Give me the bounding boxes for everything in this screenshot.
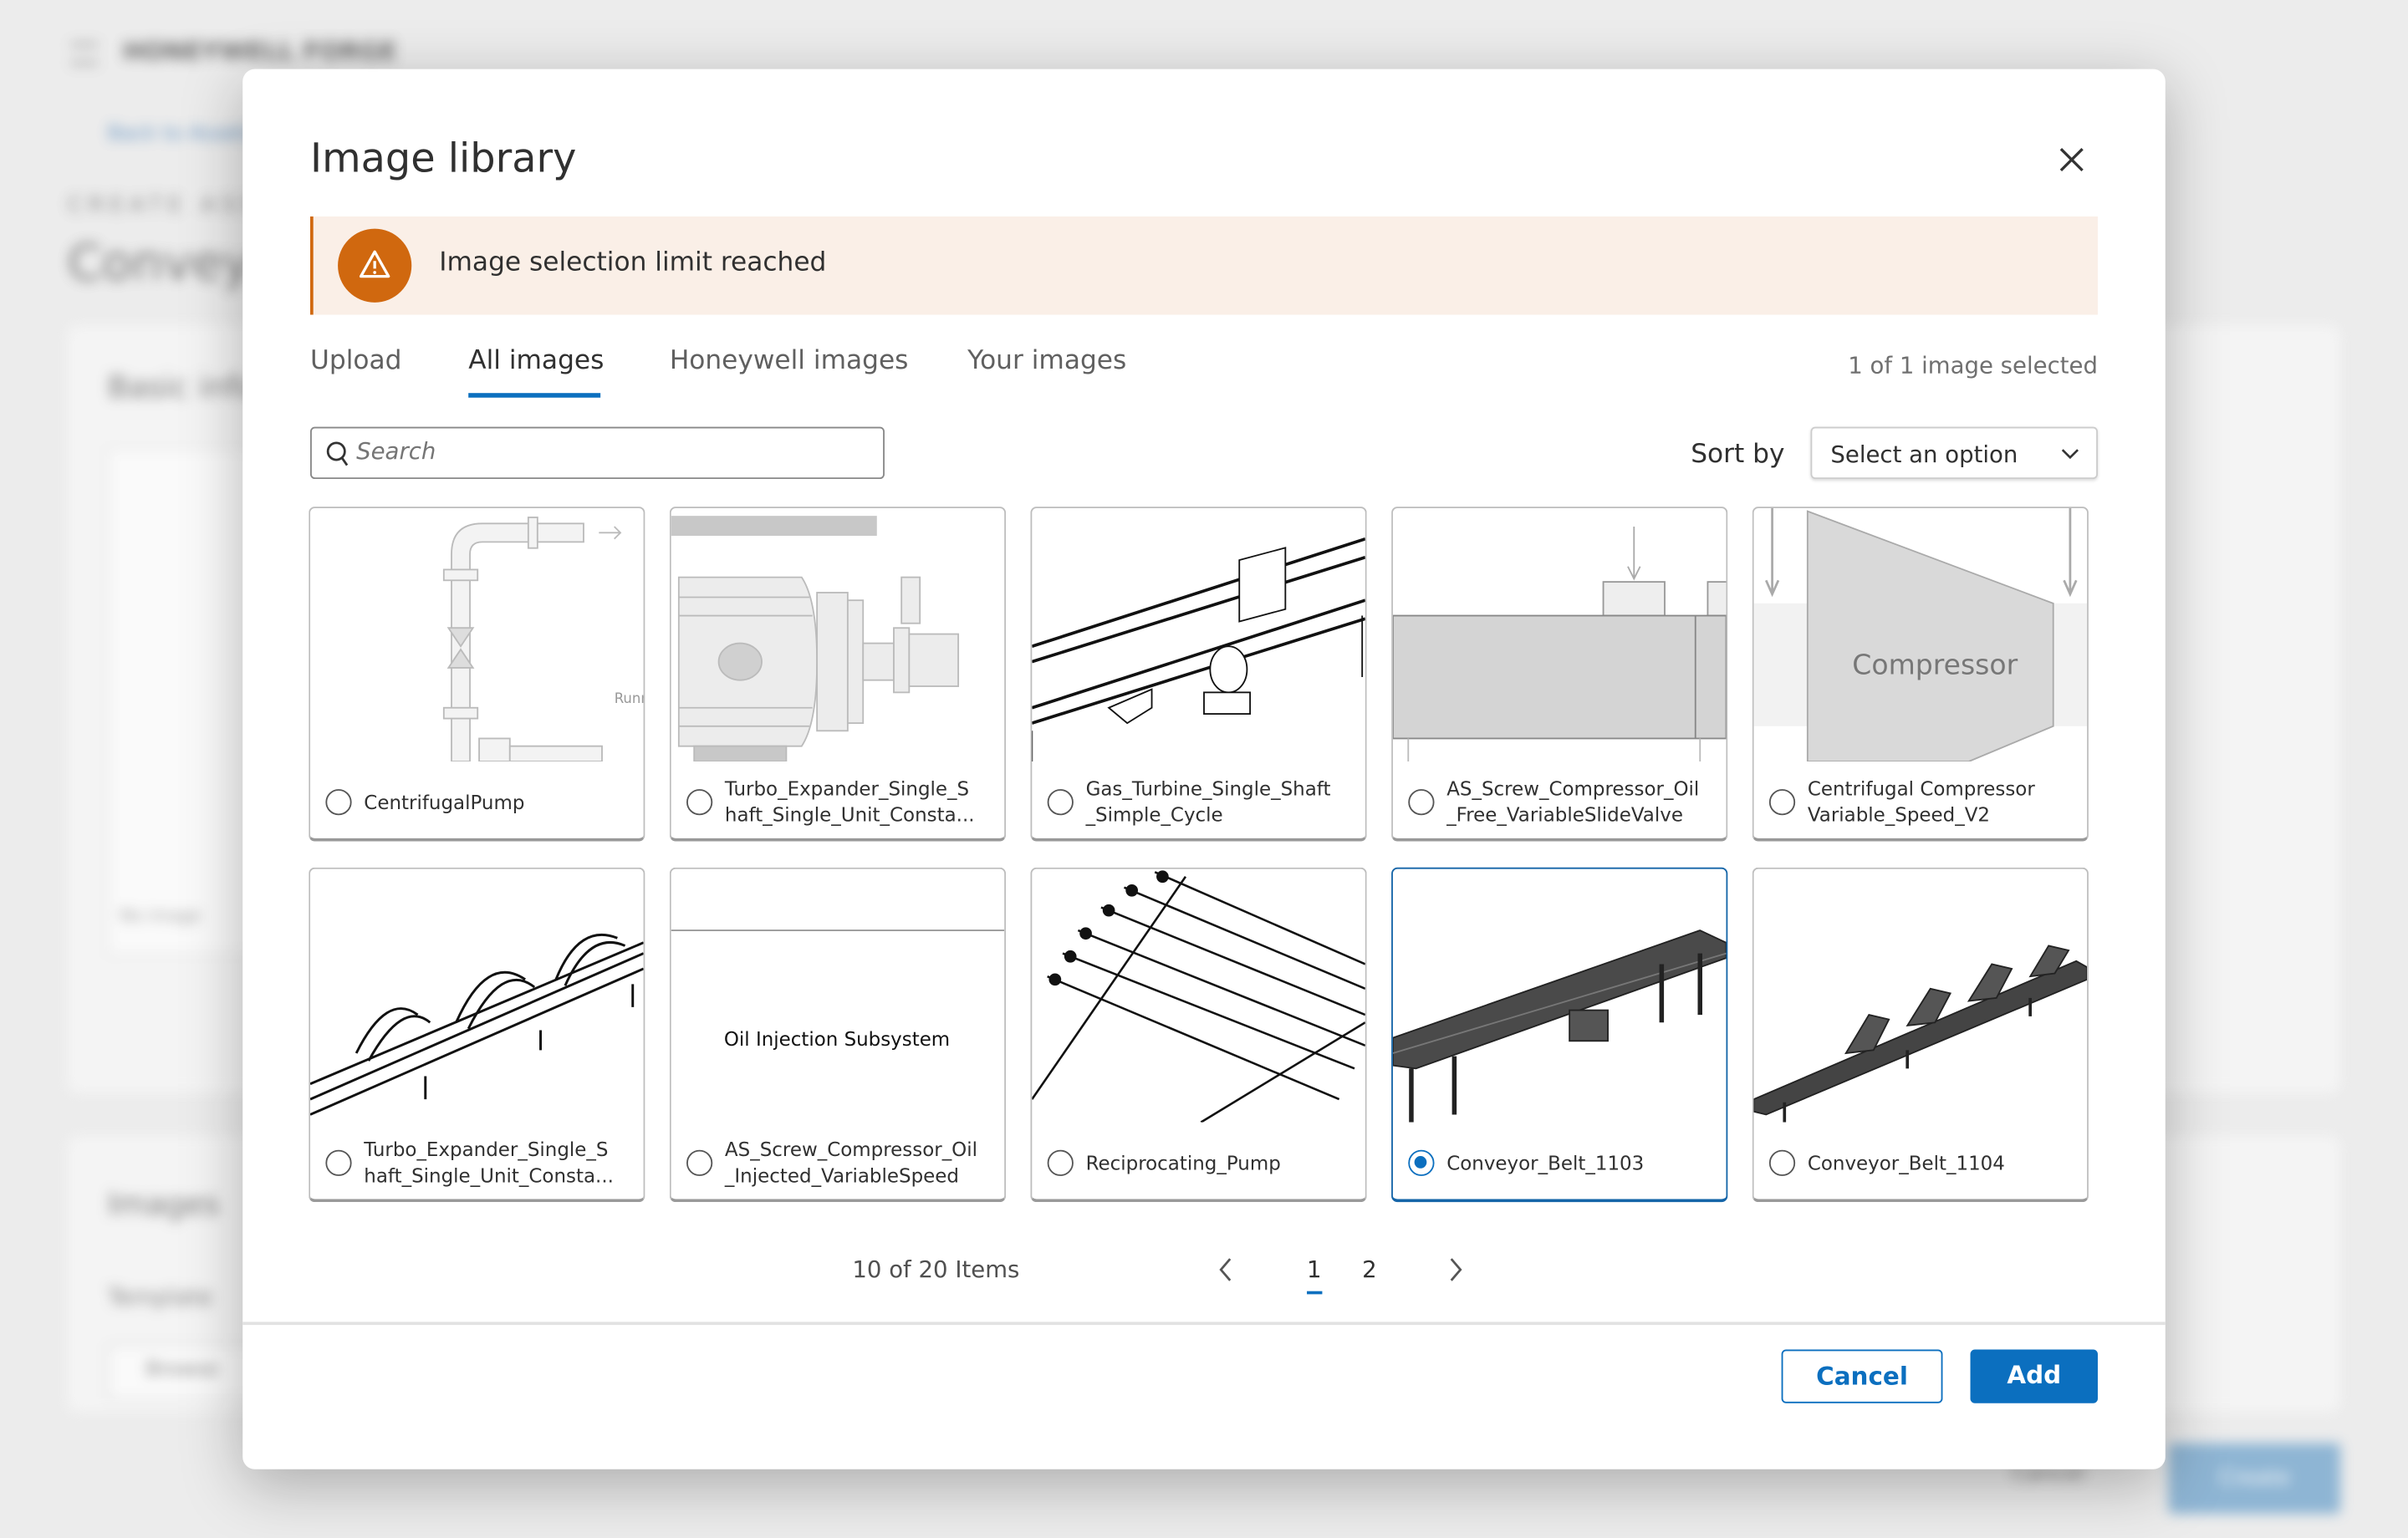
image-card[interactable]: Runn CentrifugalPump xyxy=(309,507,645,842)
image-name: CentrifugalPump xyxy=(364,790,525,814)
pagination-summary: 10 of 20 Items xyxy=(852,1255,1020,1284)
image-name: Conveyor_Belt_1103 xyxy=(1446,1151,1645,1175)
active-tab-indicator xyxy=(468,393,601,398)
sort-select[interactable]: Select an option xyxy=(1810,426,2098,480)
menu-icon xyxy=(70,43,99,65)
tab-your-images[interactable]: Your images xyxy=(967,345,1126,376)
image-name: Centrifugal Compressor Variable_Speed_V2 xyxy=(1807,777,2035,827)
image-card[interactable]: Gas_Turbine_Single_Shaft _Simple_Cycle xyxy=(1030,507,1367,842)
basic-info-title: Basic info xyxy=(107,368,257,405)
add-button[interactable]: Add xyxy=(1970,1349,2098,1403)
gas-turbine-thumbnail xyxy=(1032,537,1365,762)
image-name: AS_Screw_Compressor_Oil _Free_VariableSl… xyxy=(1446,777,1700,827)
search-input[interactable] xyxy=(356,437,864,466)
radio-button-checked[interactable] xyxy=(1408,1149,1435,1176)
svg-text:Oil Injection Subsystem: Oil Injection Subsystem xyxy=(724,1029,950,1051)
image-card[interactable]: Turbo_Expander_Single_S haft_Single_Unit… xyxy=(309,867,645,1203)
compressor-thumbnail: Compressor xyxy=(1753,507,2088,762)
image-name: AS_Screw_Compressor_Oil _Injected_Variab… xyxy=(724,1138,978,1187)
image-name: Turbo_Expander_Single_S haft_Single_Unit… xyxy=(364,1138,614,1187)
radio-button[interactable] xyxy=(325,789,352,816)
chevron-down-icon xyxy=(2061,449,2079,460)
chevron-left-icon[interactable] xyxy=(1217,1255,1235,1283)
template-label: Template xyxy=(107,1283,213,1311)
sort-select-value: Select an option xyxy=(1830,441,2018,469)
svg-text:Compressor: Compressor xyxy=(1852,648,2018,680)
selection-limit-alert: Image selection limit reached xyxy=(310,216,2098,315)
image-card[interactable]: Compressor Centrifugal Compressor Variab… xyxy=(1752,507,2089,842)
image-card[interactable]: Oil Injection Subsystem AS_Screw_Compres… xyxy=(669,867,1007,1203)
image-card[interactable]: AS_Screw_Compressor_Oil _Free_VariableSl… xyxy=(1391,507,1728,842)
alert-message: Image selection limit reached xyxy=(439,247,827,278)
page-1[interactable]: 1 xyxy=(1307,1255,1322,1283)
image-library-dialog: Image library Image selection limit reac… xyxy=(242,69,2166,1469)
chevron-right-icon[interactable] xyxy=(1446,1255,1465,1283)
image-card[interactable]: Reciprocating_Pump xyxy=(1030,867,1367,1203)
radio-button[interactable] xyxy=(325,1149,352,1176)
radio-button[interactable] xyxy=(686,789,713,816)
radio-button[interactable] xyxy=(1768,1149,1796,1176)
sort-by-label: Sort by xyxy=(1691,439,1785,471)
close-icon[interactable] xyxy=(2055,143,2089,176)
image-name: Reciprocating_Pump xyxy=(1085,1151,1281,1175)
current-page-indicator xyxy=(1307,1291,1323,1295)
radio-button[interactable] xyxy=(1047,789,1074,816)
cancel-button[interactable]: Cancel xyxy=(1781,1349,1943,1403)
brand-logo: HONEYWELL FORGE xyxy=(122,37,397,66)
centrifugal-pump-thumbnail: Runn xyxy=(442,517,644,762)
tab-upload[interactable]: Upload xyxy=(310,345,401,376)
radio-button[interactable] xyxy=(686,1149,713,1176)
search-field[interactable] xyxy=(310,426,885,480)
image-card[interactable]: Conveyor_Belt_1104 xyxy=(1752,867,2089,1203)
selection-count: 1 of 1 image selected xyxy=(1848,351,2098,379)
image-name: Turbo_Expander_Single_S haft_Single_Unit… xyxy=(724,777,975,827)
search-icon xyxy=(326,441,349,466)
image-name: Gas_Turbine_Single_Shaft _Simple_Cycle xyxy=(1085,777,1331,827)
back-link: Back to Assets xyxy=(107,122,254,146)
page-2[interactable]: 2 xyxy=(1362,1255,1377,1283)
bg-create-button: Create xyxy=(2168,1443,2341,1515)
images-title: Images xyxy=(107,1184,220,1223)
image-card[interactable]: Turbo_Expander_Single_S haft_Single_Unit… xyxy=(669,507,1007,842)
dialog-title: Image library xyxy=(310,136,577,183)
turbo-expander-thumbnail xyxy=(671,516,960,762)
tab-all-images[interactable]: All images xyxy=(468,345,604,376)
radio-button[interactable] xyxy=(1408,789,1435,816)
conveyor-belt-1104-thumbnail xyxy=(1753,945,2088,1123)
radio-button[interactable] xyxy=(1768,789,1796,816)
browse-button: Browse xyxy=(107,1344,262,1401)
tab-honeywell-images[interactable]: Honeywell images xyxy=(670,345,909,376)
radio-button[interactable] xyxy=(1047,1149,1074,1176)
image-name: Conveyor_Belt_1104 xyxy=(1807,1151,2005,1175)
turbo-expander-conveyor-thumbnail xyxy=(310,933,644,1116)
screw-compressor-thumbnail xyxy=(1392,526,1727,762)
roller-conveyor-thumbnail xyxy=(1032,870,1365,1123)
footer-divider xyxy=(242,1322,2166,1326)
no-image-text: No image xyxy=(120,905,202,926)
image-card-selected[interactable]: Conveyor_Belt_1103 xyxy=(1391,867,1728,1203)
warning-icon xyxy=(338,228,412,303)
conveyor-belt-1103-thumbnail xyxy=(1392,929,1727,1123)
svg-text:Runn: Runn xyxy=(615,690,644,706)
oil-injection-thumbnail: Oil Injection Subsystem xyxy=(671,929,1005,1051)
